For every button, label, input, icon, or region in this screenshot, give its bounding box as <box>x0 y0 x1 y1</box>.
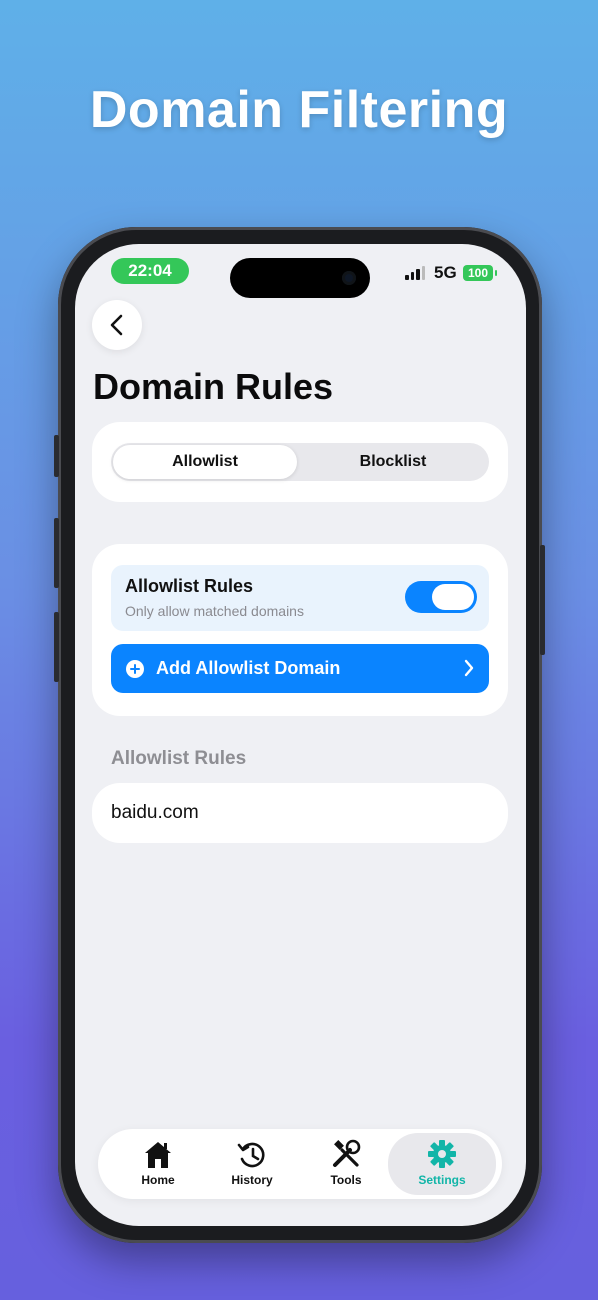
side-button <box>54 518 59 588</box>
tab-label: Settings <box>418 1173 466 1187</box>
page-title: Domain Rules <box>93 366 334 407</box>
list-item[interactable]: baidu.com <box>92 783 508 843</box>
settings-icon <box>428 1140 456 1168</box>
segment-blocklist[interactable]: Blocklist <box>299 445 487 479</box>
chevron-right-icon <box>464 659 474 677</box>
toggle-subtitle: Only allow matched domains <box>125 603 304 619</box>
side-button <box>54 435 59 477</box>
promo-headline: Domain Filtering <box>89 81 509 139</box>
tab-label: History <box>231 1173 273 1187</box>
allowlist-toggle-row: Allowlist Rules Only allow matched domai… <box>111 565 489 631</box>
signal-icon <box>405 266 425 280</box>
status-time: 22:04 <box>111 258 189 284</box>
camera-icon <box>342 271 356 285</box>
toggle-title: Allowlist Rules <box>125 576 254 596</box>
tab-home[interactable]: Home <box>110 1129 206 1199</box>
phone-screen: 22:04 5G 100 Domain Rules Allowlist Bloc… <box>75 244 526 1226</box>
tools-icon <box>333 1139 361 1167</box>
add-button-label: Add Allowlist Domain <box>156 658 341 678</box>
network-type: 5G <box>434 263 457 282</box>
side-button <box>54 612 59 682</box>
side-button <box>540 545 545 655</box>
tab-label: Tools <box>330 1173 362 1187</box>
dynamic-island <box>230 258 370 298</box>
plus-circle-icon <box>126 660 144 678</box>
add-allowlist-domain-button[interactable]: Add Allowlist Domain <box>111 644 489 693</box>
switch-knob <box>432 584 474 610</box>
segmented-control: Allowlist Blocklist <box>111 443 489 481</box>
tab-label: Home <box>141 1173 175 1187</box>
tab-settings[interactable]: Settings <box>388 1133 496 1195</box>
segment-card: Allowlist Blocklist <box>92 422 508 502</box>
battery-icon: 100 <box>463 265 497 281</box>
domain-text: baidu.com <box>111 802 199 823</box>
chevron-left-icon <box>110 314 123 336</box>
tab-tools[interactable]: Tools <box>298 1129 394 1199</box>
back-button[interactable] <box>92 300 142 350</box>
rules-card: Allowlist Rules Only allow matched domai… <box>92 544 508 716</box>
section-label: Allowlist Rules <box>111 748 247 769</box>
segment-allowlist[interactable]: Allowlist <box>113 445 297 479</box>
history-icon <box>237 1142 265 1168</box>
tab-history[interactable]: History <box>204 1129 300 1199</box>
home-icon <box>145 1142 171 1168</box>
allowlist-switch[interactable] <box>405 581 477 613</box>
tab-bar: Home History Tools Settings <box>98 1129 502 1199</box>
